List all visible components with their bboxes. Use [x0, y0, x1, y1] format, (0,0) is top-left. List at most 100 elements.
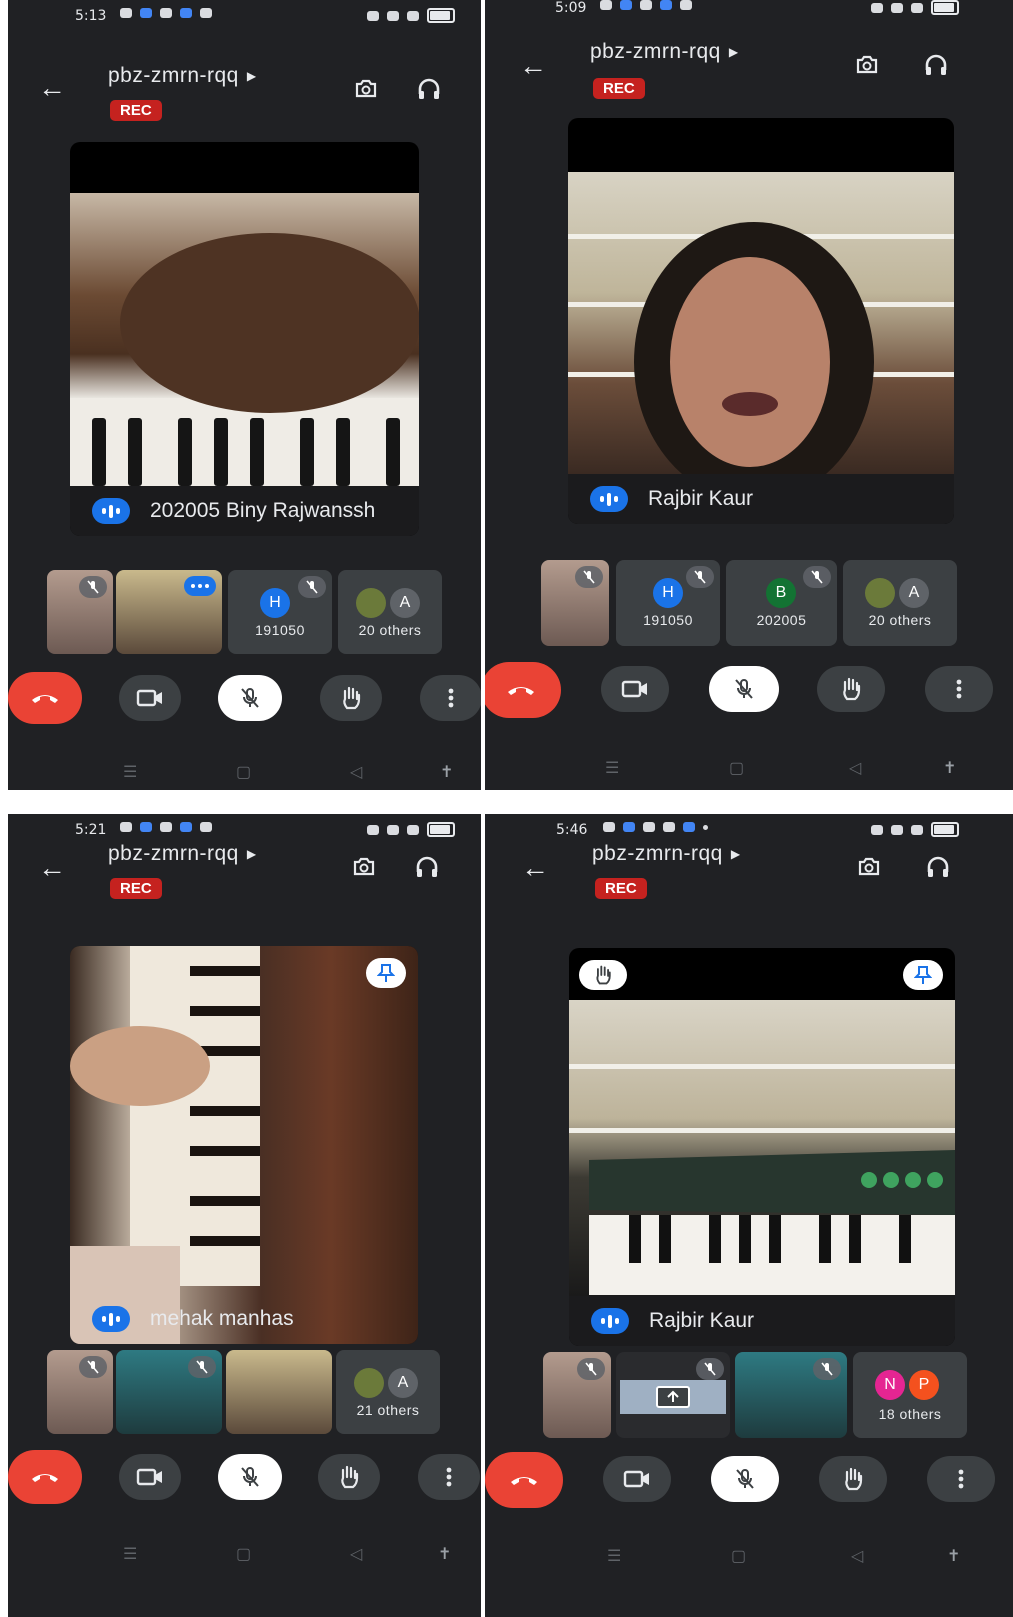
notification-icons — [120, 822, 212, 832]
participant-thumb-3[interactable]: B 202005 — [726, 560, 837, 646]
others-thumb[interactable]: A 20 others — [843, 560, 957, 646]
pin-button[interactable] — [366, 958, 406, 988]
rec-badge: REC — [110, 100, 162, 121]
system-nav-bar: ☰ ▢ ◁ ✝ — [485, 758, 1013, 788]
meeting-code[interactable]: pbz-zmrn-rqq ▶ — [592, 842, 741, 866]
raise-hand-button[interactable] — [817, 666, 885, 712]
avatar: H — [653, 578, 683, 608]
harmonium-keys-graphic — [70, 946, 260, 1344]
main-video-tile[interactable]: Rajbir Kaur — [568, 118, 954, 524]
others-thumb[interactable]: A 20 others — [338, 570, 442, 654]
mic-button[interactable] — [711, 1456, 779, 1502]
home-icon[interactable]: ▢ — [236, 1544, 251, 1564]
back-nav-icon[interactable]: ◁ — [350, 1544, 362, 1564]
back-arrow-icon[interactable]: ← — [521, 852, 549, 884]
home-icon[interactable]: ▢ — [731, 1546, 746, 1566]
mic-button[interactable] — [709, 666, 779, 712]
end-call-button[interactable] — [485, 1452, 563, 1508]
camera-button[interactable] — [119, 675, 181, 721]
main-video-tile[interactable]: Rajbir Kaur — [569, 948, 955, 1346]
participant-thumb-2[interactable] — [116, 570, 222, 654]
mic-off-badge-icon — [188, 1356, 216, 1378]
mic-button[interactable] — [218, 1454, 282, 1500]
headphones-icon[interactable] — [923, 852, 953, 882]
others-thumb[interactable]: A 21 others — [336, 1350, 440, 1434]
end-call-button[interactable] — [8, 672, 82, 724]
others-thumb[interactable]: N P 18 others — [853, 1352, 967, 1438]
more-options-button[interactable] — [418, 1454, 480, 1500]
accessibility-icon[interactable]: ✝ — [440, 762, 453, 782]
more-options-button[interactable] — [420, 675, 481, 721]
camera-button[interactable] — [119, 1454, 181, 1500]
hand-icon — [845, 1467, 863, 1491]
participant-thumb-2[interactable]: H 191050 — [616, 560, 720, 646]
more-options-button[interactable] — [925, 666, 993, 712]
speaking-indicator-icon — [92, 1306, 130, 1332]
participant-thumb-3[interactable]: H 191050 — [228, 570, 332, 654]
home-icon[interactable]: ▢ — [729, 758, 744, 778]
headphones-icon[interactable] — [414, 74, 444, 104]
avatar: N — [875, 1370, 905, 1400]
switch-camera-icon[interactable] — [351, 74, 381, 104]
call-controls — [485, 1450, 1013, 1510]
more-options-button[interactable] — [927, 1456, 995, 1502]
back-arrow-icon[interactable]: ← — [519, 50, 547, 82]
speaking-indicator-icon — [92, 498, 130, 524]
speaking-indicator-icon — [591, 1308, 629, 1334]
meeting-code[interactable]: pbz-zmrn-rqq ▶ — [590, 40, 739, 64]
participant-thumb-3[interactable] — [735, 1352, 847, 1438]
mic-off-badge-icon — [803, 566, 831, 588]
participant-thumb-1[interactable] — [47, 570, 113, 654]
raise-hand-button[interactable] — [318, 1454, 380, 1500]
present-screen-icon — [656, 1386, 690, 1408]
pin-button[interactable] — [903, 960, 943, 990]
end-call-button[interactable] — [8, 1450, 82, 1504]
camera-button[interactable] — [603, 1456, 671, 1502]
main-video-tile[interactable]: 202005 Biny Rajwanssh — [70, 142, 419, 536]
back-nav-icon[interactable]: ◁ — [350, 762, 362, 782]
back-nav-icon[interactable]: ◁ — [851, 1546, 863, 1566]
video-camera-icon — [136, 689, 162, 707]
collage-divider-horizontal — [0, 810, 1013, 814]
menu-icon[interactable]: ☰ — [607, 1546, 621, 1566]
switch-camera-icon[interactable] — [349, 852, 379, 882]
participant-thumb-2[interactable] — [616, 1352, 730, 1438]
call-controls — [485, 660, 1013, 720]
back-arrow-icon[interactable]: ← — [38, 852, 66, 884]
system-nav-bar: ☰ ▢ ◁ ✝ — [485, 1546, 1013, 1576]
mic-off-badge-icon — [696, 1358, 724, 1380]
hand-icon — [343, 686, 361, 710]
main-participant-name: 202005 Biny Rajwanssh — [150, 499, 376, 522]
menu-icon[interactable]: ☰ — [605, 758, 619, 778]
switch-camera-icon[interactable] — [854, 852, 884, 882]
raise-hand-button[interactable] — [819, 1456, 887, 1502]
meeting-code[interactable]: pbz-zmrn-rqq ▶ — [108, 842, 257, 866]
participant-thumb-1[interactable] — [543, 1352, 611, 1438]
back-arrow-icon[interactable]: ← — [38, 72, 66, 104]
participant-thumb-2[interactable] — [116, 1350, 222, 1434]
main-video-tile[interactable]: mehak manhas — [70, 946, 418, 1344]
participant-label: 191050 — [643, 612, 693, 628]
meeting-code[interactable]: pbz-zmrn-rqq ▶ — [108, 64, 257, 88]
mic-off-icon — [241, 1467, 259, 1487]
end-call-button[interactable] — [485, 662, 561, 718]
main-participant-name: Rajbir Kaur — [649, 1309, 755, 1332]
keyboard-graphic — [569, 1064, 955, 1295]
home-icon[interactable]: ▢ — [236, 762, 251, 782]
switch-camera-icon[interactable] — [852, 50, 882, 80]
menu-icon[interactable]: ☰ — [123, 1544, 137, 1564]
menu-icon[interactable]: ☰ — [123, 762, 137, 782]
participant-thumb-3[interactable] — [226, 1350, 332, 1434]
camera-button[interactable] — [601, 666, 669, 712]
accessibility-icon[interactable]: ✝ — [943, 758, 956, 778]
mic-button[interactable] — [218, 675, 282, 721]
participant-thumb-1[interactable] — [541, 560, 609, 646]
status-bar: 5:13 — [8, 0, 481, 32]
raise-hand-button[interactable] — [320, 675, 382, 721]
accessibility-icon[interactable]: ✝ — [947, 1546, 960, 1566]
headphones-icon[interactable] — [921, 50, 951, 80]
accessibility-icon[interactable]: ✝ — [438, 1544, 451, 1564]
headphones-icon[interactable] — [412, 852, 442, 882]
back-nav-icon[interactable]: ◁ — [849, 758, 861, 778]
participant-thumb-1[interactable] — [47, 1350, 113, 1434]
